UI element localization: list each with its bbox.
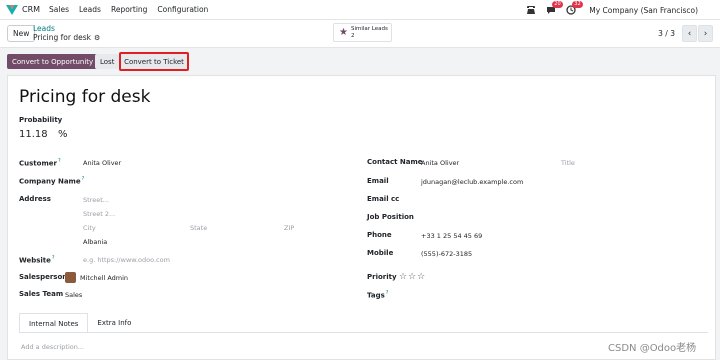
sales-team-field[interactable]: Sales: [65, 291, 82, 299]
help-icon: ?: [57, 158, 61, 164]
similar-leads-count: 2: [350, 32, 355, 39]
phone-field[interactable]: +33 1 25 54 45 69: [421, 232, 482, 240]
zip-field[interactable]: ZIP: [284, 224, 294, 232]
company-name-label-text: Company Name: [19, 177, 81, 186]
pager-value[interactable]: 3 / 3: [658, 29, 675, 38]
chat-icon[interactable]: 20: [545, 1, 563, 16]
status-action-bar: Convert to Opportunity Lost Convert to T…: [0, 48, 720, 75]
activity-clock-icon[interactable]: 32: [565, 1, 583, 16]
mobile-label: Mobile: [367, 249, 394, 257]
company-switcher[interactable]: My Company (San Francisco): [589, 6, 698, 15]
chevron-left-icon: ‹: [687, 28, 692, 39]
contact-name-label: Contact Name: [367, 158, 423, 166]
tab-divider: [19, 332, 708, 333]
customer-field[interactable]: Anita Oliver: [83, 159, 121, 167]
star-icon: ★: [339, 27, 348, 38]
contact-name-field[interactable]: Anita Oliver: [421, 159, 459, 167]
phone-label: Phone: [367, 231, 392, 239]
website-label-text: Website: [19, 256, 51, 265]
street-field[interactable]: Street...: [83, 196, 109, 204]
notebook-tabs: Internal Notes Extra Info: [19, 313, 141, 333]
description-field[interactable]: Add a description...: [21, 343, 84, 351]
tab-internal-notes[interactable]: Internal Notes: [19, 313, 89, 333]
star-icon[interactable]: ☆: [417, 272, 426, 282]
convert-to-ticket-button[interactable]: Convert to Ticket: [119, 52, 189, 71]
help-icon: ?: [385, 290, 389, 296]
country-field[interactable]: Albania: [83, 238, 107, 246]
help-icon: ?: [81, 176, 85, 182]
chevron-right-icon: ›: [703, 28, 708, 39]
star-icon[interactable]: ☆: [408, 272, 417, 282]
probability-unit: %: [58, 129, 68, 140]
star-icon[interactable]: ☆: [399, 272, 408, 282]
state-field[interactable]: State: [190, 224, 207, 232]
tags-label-text: Tags: [367, 291, 385, 300]
customer-label-text: Customer: [19, 159, 57, 168]
menu-reporting[interactable]: Reporting: [111, 5, 147, 14]
new-button[interactable]: New: [7, 25, 36, 42]
website-field[interactable]: e.g. https://www.odoo.com: [83, 256, 170, 264]
similar-leads-text: Similar Leads 2: [351, 26, 388, 39]
menu-sales[interactable]: Sales: [49, 5, 69, 14]
salesperson-field[interactable]: Mitchell Admin: [80, 274, 128, 282]
tab-extra-info[interactable]: Extra Info: [88, 313, 141, 333]
city-field[interactable]: City: [83, 224, 96, 232]
website-label: Website?: [19, 255, 55, 264]
sales-team-label: Sales Team: [19, 290, 64, 298]
email-field[interactable]: jdunagan@leclub.example.com: [421, 178, 523, 186]
gear-icon[interactable]: ⚙: [94, 34, 100, 42]
breadcrumb-current-label: Pricing for desk: [33, 33, 91, 42]
pager-previous-button[interactable]: ‹: [682, 25, 697, 42]
similar-leads-label: Similar Leads: [350, 26, 388, 32]
phone-icon[interactable]: [525, 4, 537, 16]
pager-next-button[interactable]: ›: [698, 25, 713, 42]
company-name-label: Company Name?: [19, 176, 84, 185]
avatar: [65, 272, 76, 283]
similar-leads-button[interactable]: ★ Similar Leads 2: [333, 23, 392, 42]
address-label: Address: [19, 195, 51, 203]
salesperson-label: Salesperson: [19, 273, 68, 281]
breadcrumb-current: Pricing for desk ⚙: [33, 33, 100, 42]
lost-button[interactable]: Lost: [95, 54, 120, 69]
menu-configuration[interactable]: Configuration: [157, 5, 208, 14]
tags-label: Tags?: [367, 290, 388, 299]
job-position-label: Job Position: [367, 213, 414, 221]
customer-label: Customer?: [19, 158, 61, 167]
mobile-field[interactable]: (555)-672-3185: [421, 250, 472, 258]
crm-logo-icon[interactable]: [6, 4, 18, 15]
top-navbar: CRM Sales Leads Reporting Configuration …: [0, 0, 720, 20]
breadcrumb-leads[interactable]: Leads: [33, 24, 55, 33]
email-cc-label: Email cc: [367, 195, 400, 203]
watermark: CSDN @Odoo老杨: [608, 343, 697, 354]
convert-to-opportunity-button[interactable]: Convert to Opportunity: [7, 54, 99, 69]
app-name[interactable]: CRM: [22, 5, 40, 14]
lead-title[interactable]: Pricing for desk: [19, 87, 150, 107]
activity-badge: 32: [572, 1, 583, 8]
control-panel: New Leads Pricing for desk ⚙ ★ Similar Le…: [0, 20, 720, 48]
email-label: Email: [367, 177, 389, 185]
help-icon: ?: [51, 255, 55, 261]
chat-badge: 20: [552, 1, 563, 8]
probability-label: Probability: [19, 116, 63, 124]
form-sheet: Pricing for desk Probability 11.18 % Cus…: [7, 75, 716, 360]
title-field[interactable]: Title: [561, 159, 575, 167]
street2-field[interactable]: Street 2...: [83, 210, 115, 218]
priority-stars[interactable]: ☆☆☆: [399, 272, 426, 282]
priority-label: Priority: [367, 273, 397, 281]
menu-leads[interactable]: Leads: [79, 5, 101, 14]
probability-input[interactable]: 11.18: [19, 129, 48, 140]
